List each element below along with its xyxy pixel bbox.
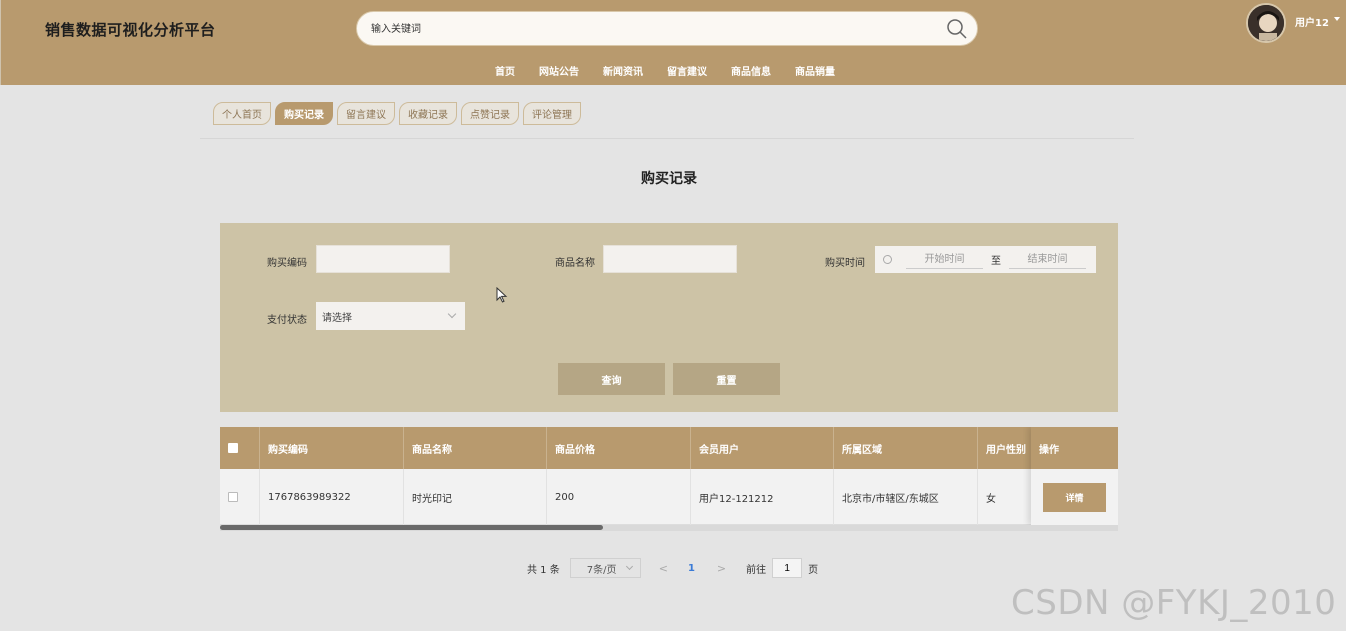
search-icon[interactable] (945, 17, 969, 41)
cell-price: 200 (547, 469, 691, 525)
nav-item-news[interactable]: 新闻资讯 (603, 63, 643, 78)
next-page-button[interactable]: > (717, 562, 726, 575)
product-name-label: 商品名称 (555, 258, 595, 269)
nav-item-announcements[interactable]: 网站公告 (539, 63, 579, 78)
date-range-picker[interactable]: 开始时间 至 结束时间 (875, 246, 1096, 273)
range-separator: 至 (991, 256, 1001, 267)
watermark: CSDN @FYKJ_2010 (1011, 583, 1337, 623)
column-header[interactable]: 商品价格 (547, 427, 691, 469)
purchase-table: 购买编码 商品名称 商品价格 会员用户 所属区域 用户性别 1767863989… (220, 427, 1118, 531)
scrollbar-thumb[interactable] (220, 525, 603, 530)
purchase-code-label: 购买编码 (267, 258, 307, 269)
purchase-code-field[interactable] (316, 245, 450, 273)
product-name-input[interactable] (604, 246, 736, 272)
nav-item-products[interactable]: 商品信息 (731, 63, 771, 78)
avatar-image-icon (1248, 5, 1284, 41)
chevron-down-icon[interactable] (1333, 17, 1340, 21)
top-header: 销售数据可视化分析平台 首页 网站公告 新闻资讯 留言建议 商品信息 商品销量 … (0, 0, 1346, 85)
nav-item-messages[interactable]: 留言建议 (667, 63, 707, 78)
tab-messages[interactable]: 留言建议 (337, 102, 395, 125)
goto-label: 前往 (746, 564, 767, 576)
detail-button[interactable]: 详情 (1043, 483, 1106, 512)
table-row: 1767863989322 时光印记 200 用户12-121212 北京市/市… (220, 469, 1118, 525)
chevron-down-icon (625, 562, 633, 571)
table-header: 购买编码 商品名称 商品价格 会员用户 所属区域 用户性别 (220, 427, 1118, 469)
start-time-input[interactable]: 开始时间 (906, 250, 983, 269)
tab-personal-home[interactable]: 个人首页 (213, 102, 271, 125)
pay-status-value: 请选择 (322, 312, 352, 324)
user-menu[interactable]: 用户12 (1246, 3, 1340, 45)
row-checkbox[interactable] (228, 492, 238, 502)
horizontal-scrollbar[interactable] (220, 525, 1118, 531)
select-all-checkbox[interactable] (228, 443, 238, 453)
column-header[interactable]: 购买编码 (260, 427, 404, 469)
search-bar[interactable] (356, 11, 978, 46)
prev-page-button[interactable]: < (659, 562, 668, 575)
avatar[interactable] (1246, 3, 1286, 43)
cell-region: 北京市/市辖区/东城区 (834, 469, 978, 525)
total-count: 共 1 条 (527, 564, 560, 576)
query-button[interactable]: 查询 (558, 363, 665, 395)
select-all-cell[interactable] (220, 427, 260, 469)
reset-button[interactable]: 重置 (673, 363, 780, 395)
end-time-input[interactable]: 结束时间 (1009, 250, 1086, 269)
column-header[interactable]: 商品名称 (404, 427, 547, 469)
cell-product: 时光印记 (404, 469, 547, 525)
filter-panel: 购买编码 商品名称 购买时间 开始时间 至 结束时间 支付状态 请选择 查询 重… (220, 223, 1118, 412)
column-header[interactable]: 会员用户 (691, 427, 834, 469)
column-header: 操作 (1031, 427, 1118, 469)
clock-icon (883, 255, 892, 264)
page-size-value: 7条/页 (586, 564, 617, 576)
center-tabs: 个人首页 购买记录 留言建议 收藏记录 点赞记录 评论管理 (213, 102, 581, 125)
page-number[interactable]: 1 (688, 563, 695, 574)
chevron-down-icon (447, 309, 457, 319)
cell-code: 1767863989322 (260, 469, 404, 525)
pagination: 共 1 条 7条/页 < 1 > 前往 页 (527, 557, 818, 579)
operations-column: 操作 详情 (1031, 427, 1118, 525)
pay-status-select[interactable]: 请选择 (316, 302, 465, 330)
user-name[interactable]: 用户12 (1295, 14, 1329, 29)
site-title: 销售数据可视化分析平台 (45, 21, 216, 39)
nav-item-sales[interactable]: 商品销量 (795, 63, 835, 78)
cell-member: 用户12-121212 (691, 469, 834, 525)
column-header[interactable]: 所属区域 (834, 427, 978, 469)
pay-status-label: 支付状态 (267, 315, 307, 326)
tab-comments[interactable]: 评论管理 (523, 102, 581, 125)
divider (200, 138, 1134, 139)
cell-gender: 女 (978, 469, 1038, 525)
product-name-field[interactable] (603, 245, 737, 273)
purchase-code-input[interactable] (317, 246, 449, 272)
page-title: 购买记录 (641, 171, 697, 187)
tab-likes[interactable]: 点赞记录 (461, 102, 519, 125)
mouse-cursor-icon (496, 287, 508, 303)
page-size-select[interactable]: 7条/页 (569, 558, 641, 578)
search-input[interactable] (371, 20, 931, 38)
row-select-cell[interactable] (220, 469, 260, 525)
tab-favorites[interactable]: 收藏记录 (399, 102, 457, 125)
purchase-time-label: 购买时间 (825, 258, 865, 269)
column-header[interactable]: 用户性别 (978, 427, 1038, 469)
tab-purchase-records[interactable]: 购买记录 (275, 102, 333, 125)
page-suffix: 页 (808, 564, 819, 576)
nav-item-home[interactable]: 首页 (495, 63, 515, 78)
main-nav: 首页 网站公告 新闻资讯 留言建议 商品信息 商品销量 (1, 60, 1346, 80)
goto-page-input[interactable] (772, 558, 803, 578)
